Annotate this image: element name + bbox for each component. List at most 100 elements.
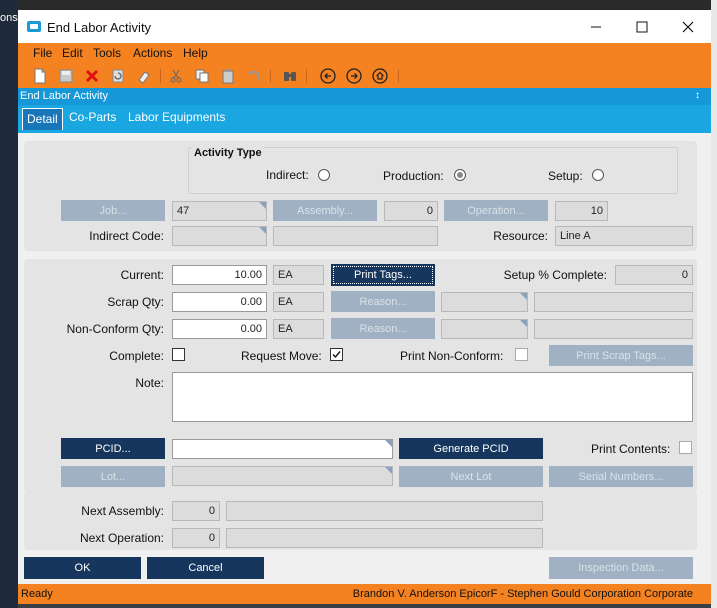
print-contents-label: Print Contents: [591,442,671,456]
current-qty-field[interactable]: 10.00 [172,265,267,285]
paste-icon[interactable] [220,68,236,84]
pin-icon[interactable]: ↕ [695,90,700,101]
tab-detail[interactable]: Detail [22,108,63,130]
close-button[interactable] [665,10,711,43]
job-field[interactable]: 47 [172,201,267,221]
next-lot-button[interactable]: Next Lot [399,466,543,487]
scrap-reason-code-field[interactable] [441,292,528,312]
current-label: Current: [120,268,164,282]
clear-icon[interactable] [136,68,152,84]
request-move-checkbox[interactable] [330,348,343,361]
operation-button[interactable]: Operation... [444,200,548,221]
print-scrap-tags-button[interactable]: Print Scrap Tags... [549,345,693,366]
menu-bar: File Edit Tools Actions Help [18,43,711,64]
indirect-code-field[interactable] [172,226,267,246]
scrap-qty-field[interactable]: 0.00 [172,292,267,312]
background-app-text: ons [0,12,18,24]
background-app-right [711,0,717,608]
menu-tools[interactable]: Tools [93,46,121,60]
save-icon[interactable] [58,68,74,84]
home-icon[interactable] [372,68,388,84]
inspection-data-button[interactable]: Inspection Data... [549,557,693,579]
indirect-label: Indirect: [266,168,309,182]
next-panel: Next Assembly: 0 Next Operation: 0 [24,491,697,550]
next-assembly-field[interactable]: 0 [172,501,220,521]
toolbar-separator [160,69,161,83]
next-assembly-label: Next Assembly: [81,504,164,518]
ok-button[interactable]: OK [24,557,141,579]
window-title: End Labor Activity [47,20,152,35]
undo-icon[interactable] [246,68,262,84]
pcid-field[interactable] [172,439,393,459]
lot-field[interactable] [172,466,393,486]
nonconform-reason-button[interactable]: Reason... [331,318,435,339]
nonconform-reason-code-field[interactable] [441,319,528,339]
note-field[interactable] [172,372,693,422]
serial-numbers-button[interactable]: Serial Numbers... [549,466,693,487]
scrap-qty-label: Scrap Qty: [107,295,164,309]
header-panel: Activity Type Indirect: Production: Setu… [24,141,697,251]
next-assembly-description [226,501,543,521]
indirect-code-label: Indirect Code: [89,229,164,243]
setup-label: Setup: [548,169,583,183]
title-bar: End Labor Activity [18,10,711,43]
menu-help[interactable]: Help [183,46,208,60]
resource-field[interactable]: Line A [555,226,693,246]
production-radio[interactable] [454,169,466,181]
copy-icon[interactable] [194,68,210,84]
menu-edit[interactable]: Edit [62,46,83,60]
production-label: Production: [383,169,444,183]
forward-icon[interactable] [346,68,362,84]
indirect-code-description [273,226,438,246]
maximize-button[interactable] [619,10,665,43]
minimize-button[interactable] [573,10,619,43]
toolbar-separator [398,69,399,83]
nonconform-qty-label: Non-Conform Qty: [66,322,164,336]
status-ready: Ready [21,588,53,600]
indirect-radio[interactable] [318,169,330,181]
generate-pcid-button[interactable]: Generate PCID [399,438,543,459]
cancel-button[interactable]: Cancel [147,557,264,579]
setup-complete-field[interactable]: 0 [615,265,693,285]
cut-icon[interactable] [168,68,184,84]
status-bar: Ready Brandon V. Anderson EpicorF - Step… [18,584,711,604]
new-icon[interactable] [32,68,48,84]
form-title-bar: End Labor Activity ↕ [18,88,711,105]
next-operation-label: Next Operation: [79,531,164,545]
lot-button[interactable]: Lot... [61,466,165,487]
complete-checkbox[interactable] [172,348,185,361]
current-uom-field[interactable]: EA [273,265,324,285]
scrap-uom-field[interactable]: EA [273,292,324,312]
print-contents-checkbox[interactable] [679,441,692,454]
search-icon[interactable] [282,68,298,84]
nonconform-reason-description [534,319,693,339]
app-icon [27,21,41,32]
delete-icon[interactable] [84,68,100,84]
tab-labor-equipments[interactable]: Labor Equipments [128,110,225,124]
print-nonconform-checkbox[interactable] [515,348,528,361]
refresh-icon[interactable] [110,68,126,84]
back-icon[interactable] [320,68,336,84]
end-labor-activity-window: End Labor Activity File Edit Tools Actio… [18,10,711,604]
tab-co-parts[interactable]: Co-Parts [69,110,116,124]
operation-field[interactable]: 10 [555,201,608,221]
setup-radio[interactable] [592,169,604,181]
activity-type-title: Activity Type [192,147,264,159]
scrap-reason-button[interactable]: Reason... [331,291,435,312]
request-move-label: Request Move: [241,349,322,363]
assembly-button[interactable]: Assembly... [273,200,377,221]
checkmark-icon [332,351,341,359]
menu-file[interactable]: File [33,46,52,60]
nonconform-uom-field[interactable]: EA [273,319,324,339]
toolbar-separator [306,69,307,83]
minimize-icon [591,26,601,27]
job-button[interactable]: Job... [61,200,165,221]
print-tags-button[interactable]: Print Tags... [331,264,435,286]
assembly-field[interactable]: 0 [384,201,438,221]
next-operation-field[interactable]: 0 [172,528,220,548]
pcid-button[interactable]: PCID... [61,438,165,459]
status-session-info: Brandon V. Anderson EpicorF - Stephen Go… [352,588,693,600]
maximize-icon [636,21,648,32]
nonconform-qty-field[interactable]: 0.00 [172,319,267,339]
menu-actions[interactable]: Actions [133,46,172,60]
